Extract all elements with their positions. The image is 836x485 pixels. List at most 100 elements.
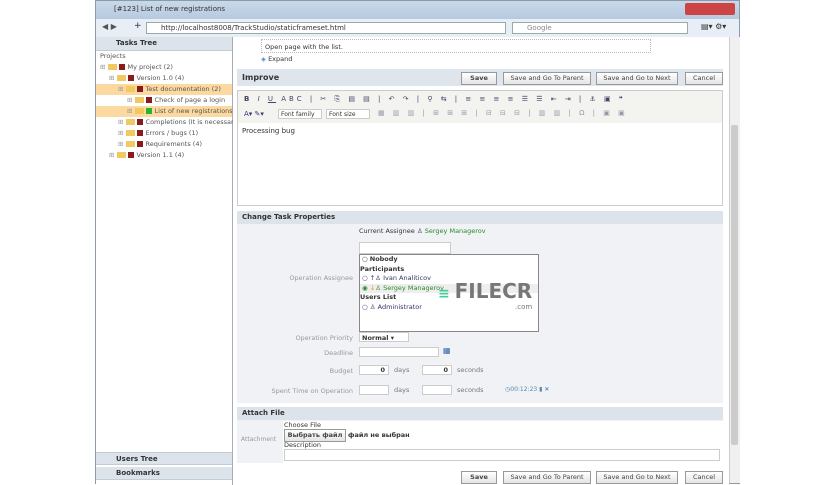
properties-title: Change Task Properties <box>237 211 723 224</box>
current-assignee: Current Assignee ♙ Sergey Managerov <box>359 227 486 235</box>
operation-assignee-label: Operation Assignee <box>289 274 353 282</box>
budget-days-input[interactable]: 0 <box>359 365 389 375</box>
days-label: days <box>394 366 410 374</box>
seconds-label: seconds <box>457 366 484 374</box>
spent-seconds-input[interactable] <box>422 385 452 395</box>
save-parent-button[interactable]: Save and Go To Parent <box>503 72 591 85</box>
expand-link[interactable]: ◈ Expand <box>261 55 292 63</box>
no-file-text: файл не выбран <box>348 431 410 439</box>
tree-item[interactable]: ⊞ Check of page a login <box>96 95 232 106</box>
tree-item[interactable]: ⊞ List of new registrations <box>96 106 233 117</box>
priority-select[interactable]: Normal ▾ <box>359 332 409 342</box>
choose-file-label: Choose File <box>284 421 321 429</box>
scroll-thumb[interactable] <box>731 125 738 445</box>
user-icon: ♙ <box>416 227 423 235</box>
attachment-label: Attachment <box>241 436 277 443</box>
tree-item-label: Version 1.1 (4) <box>136 151 185 159</box>
status-icon <box>136 130 143 136</box>
task-description: Open page with the list. <box>261 39 651 53</box>
color-buttons[interactable]: A▾ ✎▾ <box>244 110 264 118</box>
spent-time-label: Spent Time on Operation <box>271 387 353 395</box>
tree-item[interactable]: ⊞ Completions (It is necessary <box>96 117 238 128</box>
browser-window: [#123] List of new registrations ◀ ▶ + h… <box>95 0 740 485</box>
url-field[interactable]: http://localhost8008/TrackStudio/staticf… <box>146 22 506 34</box>
font-family-select[interactable]: Font family <box>278 109 322 119</box>
folder-icon <box>134 97 144 103</box>
status-icon <box>145 97 152 103</box>
budget-seconds-input[interactable]: 0 <box>422 365 452 375</box>
folder-icon <box>116 152 126 158</box>
bookmarks-header[interactable]: Bookmarks <box>96 467 232 480</box>
vertical-scrollbar[interactable] <box>729 37 740 483</box>
save-parent-button-bottom[interactable]: Save and Go To Parent <box>503 471 591 484</box>
tree-item-label: Version 1.0 (4) <box>136 74 185 82</box>
cancel-button[interactable]: Cancel <box>685 72 723 85</box>
status-icon <box>136 141 143 147</box>
address-bar: ◀ ▶ + http://localhost8008/TrackStudio/s… <box>96 19 739 37</box>
save-button-bottom[interactable]: Save <box>461 471 497 484</box>
deadline-input[interactable] <box>359 347 439 357</box>
tree-item-label: Completions (It is necessary <box>145 118 238 126</box>
folder-icon <box>125 130 135 136</box>
folder-icon <box>125 86 135 92</box>
window-controls[interactable] <box>685 3 735 15</box>
budget-label: Budget <box>329 367 353 375</box>
option-nobody[interactable]: ○ Nobody <box>360 255 538 265</box>
tree-item[interactable]: ⊞ Version 1.1 (4) <box>96 150 232 161</box>
description-label: Description <box>284 441 322 449</box>
folder-icon <box>134 108 144 114</box>
status-icon <box>145 108 152 114</box>
folder-icon <box>107 64 117 70</box>
folder-icon <box>116 75 126 81</box>
users-tree-header[interactable]: Users Tree <box>96 452 232 465</box>
timer[interactable]: ◷00:12:23 ▮ ✕ <box>505 386 549 393</box>
description-input[interactable] <box>284 449 720 461</box>
tree-item-label: List of new registrations <box>154 107 233 115</box>
folder-icon <box>125 119 135 125</box>
tree-item-projects[interactable]: Projects <box>96 51 232 62</box>
search-field[interactable]: Google <box>512 22 688 34</box>
calendar-icon[interactable]: ▦ <box>443 346 451 355</box>
save-button[interactable]: Save <box>461 72 497 85</box>
editor-toolbar: B I U ABC | ✂ ⎘ ▤ ▤ | ↶ ↷ | ⚲ ⇆ | ≡ ≡ ≡ … <box>238 91 722 123</box>
status-icon <box>127 75 134 81</box>
window-title: [#123] List of new registrations <box>114 5 226 13</box>
tree-item-label: Errors / bugs (1) <box>145 129 199 137</box>
tree-item[interactable]: ⊞ Test documentation (2) <box>96 84 232 95</box>
save-next-button-bottom[interactable]: Save and Go to Next <box>596 471 678 484</box>
deadline-label: Deadline <box>324 349 353 357</box>
rich-text-editor: B I U ABC | ✂ ⎘ ▤ ▤ | ↶ ↷ | ⚲ ⇆ | ≡ ≡ ≡ … <box>237 90 723 206</box>
new-tab-icon[interactable]: + <box>134 21 142 31</box>
tree-item[interactable]: ⊞ My project (2) <box>96 62 232 73</box>
tree-item[interactable]: ⊞ Requirements (4) <box>96 139 232 150</box>
tree-item[interactable]: ⊞ Errors / bugs (1) <box>96 128 232 139</box>
tree-item-label: Check of page a login <box>154 96 226 104</box>
tree-item[interactable]: ⊞ Version 1.0 (4) <box>96 73 232 84</box>
table-buttons[interactable]: ▦ ▥ ▥ | ⊞ ⊞ ⊞ | ⊟ ⊟ ⊟ | ▥ ▥ | Ω | ▣ ▣ <box>378 109 628 117</box>
expand-icon: ◈ <box>261 55 266 63</box>
tree-item-label: My project (2) <box>127 63 173 71</box>
tree-item-label: Test documentation (2) <box>145 85 221 93</box>
save-next-button[interactable]: Save and Go to Next <box>596 72 678 85</box>
main-content: Open page with the list. ◈ Expand Improv… <box>233 37 729 485</box>
title-bar: [#123] List of new registrations <box>96 1 739 19</box>
back-forward-icon[interactable]: ◀ ▶ <box>102 22 117 31</box>
status-icon <box>127 152 134 158</box>
menu-icons[interactable]: ▤▾ ⚙▾ <box>701 22 726 31</box>
format-buttons[interactable]: B I U ABC | ✂ ⎘ ▤ ▤ | ↶ ↷ | ⚲ ⇆ | ≡ ≡ ≡ … <box>244 95 626 104</box>
watermark: ≡ FILECR .com <box>438 279 533 311</box>
status-icon <box>136 86 143 92</box>
font-size-select[interactable]: Font size <box>326 109 370 119</box>
spent-seconds-label: seconds <box>457 386 484 394</box>
priority-label: Operation Priority <box>295 334 353 342</box>
spent-days-input[interactable] <box>359 385 389 395</box>
assignee-filter-input[interactable] <box>359 242 451 254</box>
tasks-tree: Projects ⊞ My project (2) ⊞ Version 1.0 (… <box>96 51 238 161</box>
group-participants: Participants <box>360 264 405 273</box>
tree-item-label: Requirements (4) <box>145 140 202 148</box>
tasks-tree-header: Tasks Tree <box>96 37 232 51</box>
status-icon <box>118 64 125 70</box>
cancel-button-bottom[interactable]: Cancel <box>685 471 723 484</box>
status-icon <box>136 119 143 125</box>
editor-content[interactable]: Processing bug <box>242 127 295 135</box>
